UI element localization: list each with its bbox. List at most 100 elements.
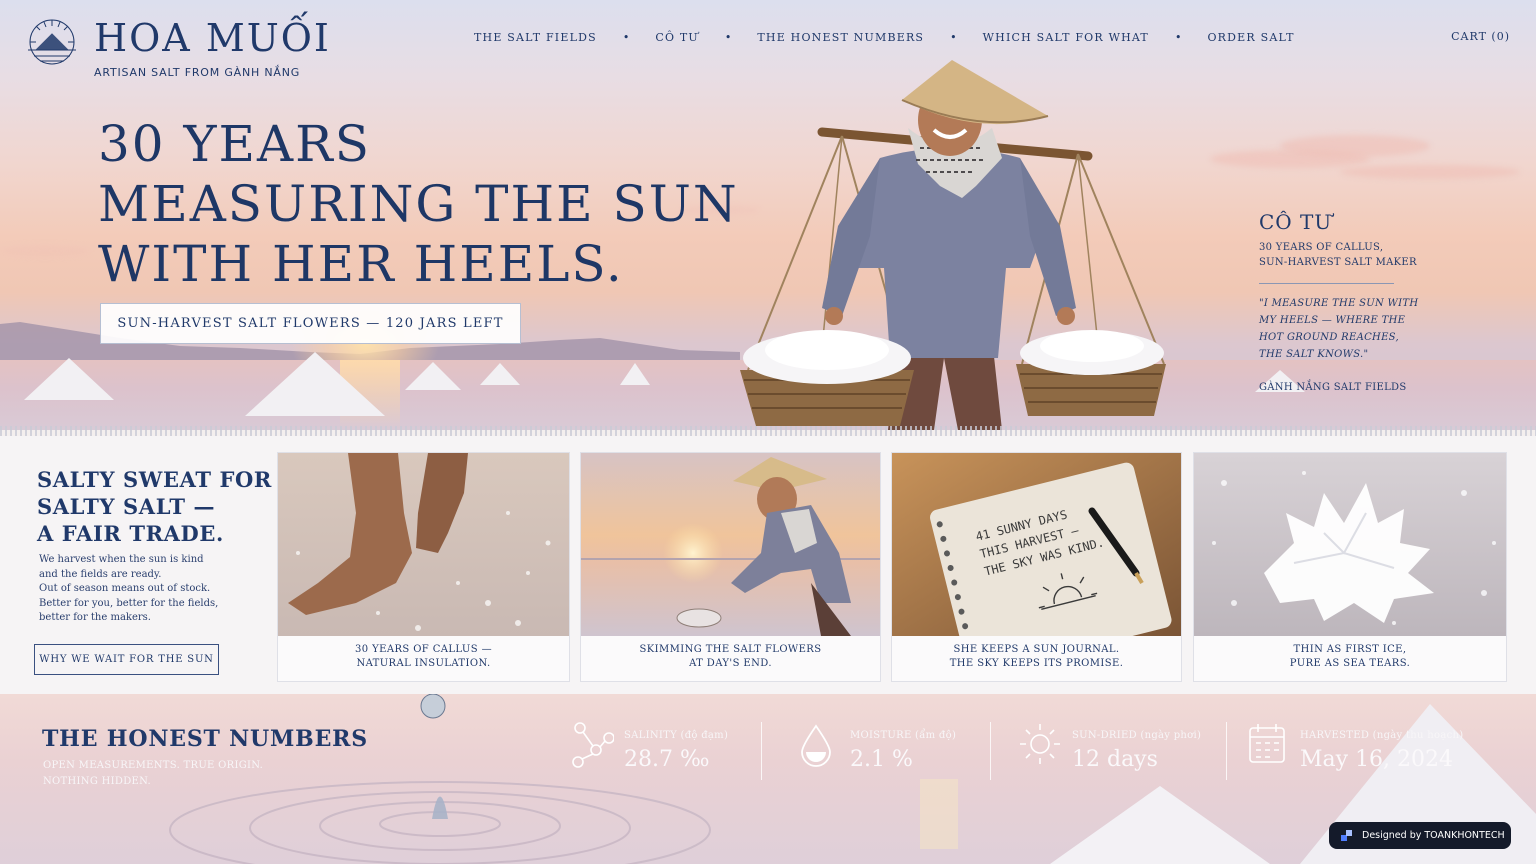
stat-divider [761,722,762,780]
stat-harvested: HARVESTED (ngày thu hoạch) May 16, 2024 [1246,720,1463,772]
stat-value: 28.7 ‰ [624,747,710,772]
headline-line: 30 YEARS [98,115,372,173]
salt-pile-sun-logo-icon [28,19,76,65]
fair-trade-section: SALTY SWEAT FOR SALTY SALT — A FAIR TRAD… [0,436,1536,694]
stat-label: HARVESTED (ngày thu hoạch) [1300,730,1464,741]
title-line: SALTY SWEAT FOR [37,467,272,492]
salt-pile [245,352,385,416]
stat-value: 12 days [1072,747,1158,772]
brand-tagline: ARTISAN SALT FROM GÀNH NẮNG [94,66,301,79]
molecule-icon [572,722,614,768]
cloud [1280,135,1430,157]
body-line: better for the makers. [39,612,151,623]
body-line: Out of season means out of stock. [39,583,211,594]
body-line: We harvest when the sun is kind [39,554,204,565]
nav-order-salt[interactable]: ORDER SALT [1207,31,1294,44]
salt-pile [480,363,520,385]
quote-line: HOT GROUND REACHES, [1259,332,1399,343]
card-caption: 30 YEARS OF CALLUS — NATURAL INSULATION. [278,643,569,671]
shop-salt-flowers-button[interactable]: SUN-HARVEST SALT FLOWERS — 120 JARS LEFT [100,303,521,344]
salt-pile [405,362,461,390]
numbers-title: THE HONEST NUMBERS [42,726,368,752]
stat-divider [1226,722,1227,780]
designer-credit-badge[interactable]: Designed by TOANKHONTECH [1329,822,1511,849]
water-drop-icon [801,724,831,767]
stat-moisture: MOISTURE (ẩm độ) 2.1 % [796,720,956,772]
caption-line: NATURAL INSULATION. [356,658,491,669]
bare-feet-on-salt-image [278,453,569,636]
section-divider [0,426,1536,436]
headline-line: MEASURING THE SUN [98,175,739,233]
badge-text: Designed by TOANKHONTECH [1362,830,1505,841]
profile-divider [1259,283,1394,284]
nav-which-salt[interactable]: WHICH SALT FOR WHAT [983,31,1149,44]
stat-label: SALINITY (độ đạm) [624,730,729,741]
story-card-journal[interactable]: 41 SUNNY DAYS THIS HARVEST — THE SKY WAS… [891,452,1182,682]
subtitle-line: NOTHING HIDDEN. [43,776,152,787]
body-line: and the fields are ready. [39,568,162,580]
nav-separator: • [950,30,957,44]
nav-separator: • [622,30,630,44]
nav-separator: • [1174,30,1182,44]
cart-link[interactable]: CART (0) [1451,30,1510,43]
salt-maker-illustration [740,60,1166,430]
headline-line: WITH HER HEELS. [98,235,624,293]
maker-quote: "I MEASURE THE SUN WITH MY HEELS — WHERE… [1259,295,1419,363]
caption-line: 30 YEARS OF CALLUS — [355,644,492,655]
stat-label: MOISTURE (ẩm độ) [850,730,957,741]
maker-role: 30 YEARS OF CALLUS, SUN-HARVEST SALT MAK… [1259,240,1419,270]
why-wait-button[interactable]: WHY WE WAIT FOR THE SUN [34,644,219,675]
body-line: Better for you, better for the fields, [39,597,219,609]
woman-skimming-salt-image [581,453,880,636]
main-nav: THE SALT FIELDS • CÔ TƯ • THE HONEST NUM… [474,30,1295,44]
brand[interactable]: HOA MUỐI ARTISAN SALT FROM GÀNH NẮNG [22,16,331,79]
hero-headline: 30 YEARS MEASURING THE SUN WITH HER HEEL… [98,114,739,294]
maker-name: CÔ TƯ [1259,210,1333,234]
numbers-subtitle: OPEN MEASUREMENTS. TRUE ORIGIN. NOTHING … [43,758,263,790]
caption-line: AT DAY'S END. [689,658,772,669]
fair-trade-title: SALTY SWEAT FOR SALTY SALT — A FAIR TRAD… [37,466,272,547]
sun-journal-notebook-image: 41 SUNNY DAYS THIS HARVEST — THE SKY WAS… [892,453,1181,636]
nav-honest-numbers[interactable]: THE HONEST NUMBERS [757,31,924,44]
nav-salt-fields[interactable]: THE SALT FIELDS [474,31,597,44]
caption-line: SKIMMING THE SALT FLOWERS [639,644,822,655]
role-line: SUN-HARVEST SALT MAKER [1259,257,1417,268]
maker-location: GÀNH NẮNG SALT FIELDS [1259,382,1407,393]
brand-name: HOA MUỐI [94,16,331,60]
designer-logo-icon [1341,829,1352,841]
caption-line: THE SKY KEEPS ITS PROMISE. [949,658,1124,669]
story-card-crystal[interactable]: THIN AS FIRST ICE, PURE AS SEA TEARS. [1193,452,1507,682]
maker-profile: CÔ TƯ 30 YEARS OF CALLUS, SUN-HARVEST SA… [1259,210,1419,393]
stat-value: 2.1 % [850,747,913,772]
hero-section: HOA MUỐI ARTISAN SALT FROM GÀNH NẮNG THE… [0,0,1536,430]
stat-value: May 16, 2024 [1300,747,1454,772]
card-caption: THIN AS FIRST ICE, PURE AS SEA TEARS. [1194,643,1506,671]
quote-line: "I MEASURE THE SUN WITH [1259,298,1419,309]
calendar-icon [1249,724,1285,763]
title-line: SALTY SALT — [37,494,216,519]
card-caption: SHE KEEPS A SUN JOURNAL. THE SKY KEEPS I… [892,643,1181,671]
role-line: 30 YEARS OF CALLUS, [1259,242,1384,253]
nav-separator: • [724,30,732,44]
fair-trade-body: We harvest when the sun is kind and the … [39,553,218,626]
story-card-feet[interactable]: 30 YEARS OF CALLUS — NATURAL INSULATION. [277,452,570,682]
card-caption: SKIMMING THE SALT FLOWERS AT DAY'S END. [581,643,880,671]
caption-line: SHE KEEPS A SUN JOURNAL. [953,644,1120,655]
quote-line: THE SALT KNOWS." [1259,349,1369,360]
salt-pile [620,363,650,385]
story-card-skimming[interactable]: SKIMMING THE SALT FLOWERS AT DAY'S END. [580,452,881,682]
caption-line: PURE AS SEA TEARS. [1289,658,1411,669]
caption-line: THIN AS FIRST ICE, [1293,644,1407,655]
title-line: A FAIR TRADE. [37,521,224,546]
stat-label: SUN-DRIED (ngày phơi) [1072,730,1202,741]
nav-co-tu[interactable]: CÔ TƯ [655,31,699,44]
subtitle-line: OPEN MEASUREMENTS. TRUE ORIGIN. [43,760,264,771]
stat-sun-dried: SUN-DRIED (ngày phơi) 12 days [1018,720,1201,772]
salt-pile [24,358,114,400]
honest-numbers-section: THE HONEST NUMBERS OPEN MEASUREMENTS. TR… [0,694,1536,864]
stat-salinity: SALINITY (độ đạm) 28.7 ‰ [570,720,728,772]
sun-icon [1020,724,1060,764]
stat-divider [990,722,991,780]
cloud [1340,165,1520,179]
cloud [0,245,90,257]
